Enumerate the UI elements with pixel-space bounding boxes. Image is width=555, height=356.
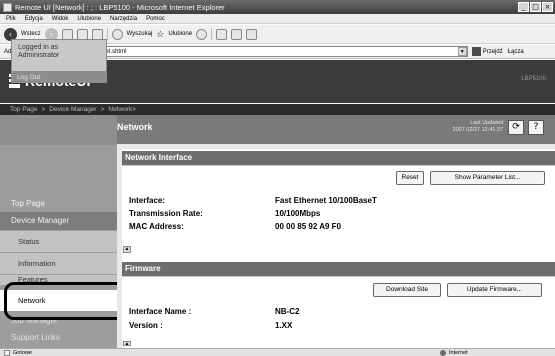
- address-dropdown-icon[interactable]: ▼: [457, 47, 467, 56]
- interface-key: Interface:: [129, 196, 166, 205]
- transmission-rate-key: Transmission Rate:: [129, 209, 203, 218]
- sidebar-top-band: [0, 115, 117, 145]
- globe-icon: [440, 350, 446, 356]
- zone-text: Internet: [449, 350, 468, 356]
- breadcrumb: Top Page > Device Manager > Network>: [0, 104, 555, 115]
- transmission-rate-value: 10/100Mbps: [275, 209, 321, 218]
- last-updated-label: Last Updated: [470, 120, 503, 126]
- refresh-button[interactable]: ⟳: [508, 120, 524, 135]
- sidebar-item-device-manager[interactable]: Device Manager: [0, 212, 117, 230]
- window-controls: _ □ ×: [518, 2, 553, 12]
- show-parameter-list-button[interactable]: Show Parameter List...: [430, 171, 545, 185]
- interface-value: Fast Ethernet 10/100BaseT: [275, 196, 377, 205]
- settings-panel: Network Interface Reset Show Parameter L…: [122, 149, 555, 348]
- version-value: 1.XX: [275, 321, 293, 330]
- back-to-top-icon[interactable]: ▲: [123, 341, 131, 346]
- logged-in-user: Administrator: [18, 52, 60, 59]
- home-icon[interactable]: [91, 28, 103, 40]
- menu-edit[interactable]: Edycja: [25, 16, 43, 22]
- links-button[interactable]: Łącza: [508, 49, 524, 55]
- menu-view[interactable]: Widok: [52, 16, 69, 22]
- back-label[interactable]: Wstecz: [21, 31, 41, 37]
- window-title-bar: Remote UI [Network] : ; : LBP5100 - Micr…: [0, 0, 555, 14]
- breadcrumb-network: Network>: [108, 106, 137, 113]
- maximize-button[interactable]: □: [530, 2, 541, 12]
- menu-favorites[interactable]: Ulubione: [77, 16, 101, 22]
- sidebar-item-top-page[interactable]: Top Page: [0, 197, 117, 211]
- status-text: Gotowe: [13, 349, 32, 356]
- menu-bar: Plik Edycja Widok Ulubione Narzędzia Pom…: [0, 14, 555, 24]
- download-site-button[interactable]: Download Site: [373, 283, 441, 297]
- menu-tools[interactable]: Narzędzia: [110, 16, 137, 22]
- section-firmware-heading: Firmware: [122, 262, 555, 276]
- logout-link[interactable]: Log Out: [11, 72, 107, 83]
- last-updated-value: 2007 02/27 12:41:37: [452, 127, 503, 133]
- favorites-star-icon[interactable]: ☆: [156, 29, 164, 39]
- section-divider: [122, 276, 555, 277]
- section-network-interface-heading: Network Interface: [122, 151, 555, 165]
- reset-button[interactable]: Reset: [396, 171, 424, 185]
- mail-icon[interactable]: [216, 28, 228, 40]
- back-to-top-icon[interactable]: ▲: [123, 246, 131, 253]
- mac-address-value: 00 00 85 92 A9 F0: [275, 222, 341, 231]
- status-bar: Gotowe Internet: [0, 348, 555, 356]
- interface-name-key: Interface Name :: [129, 307, 192, 316]
- menu-file[interactable]: Plik: [6, 16, 16, 22]
- page-done-icon: [4, 349, 10, 356]
- page-header: Network Last Updated 2007 02/27 12:41:37…: [117, 115, 555, 144]
- edit-icon[interactable]: [246, 28, 258, 40]
- menu-help[interactable]: Pomoc: [146, 16, 165, 22]
- refresh-icon[interactable]: [76, 28, 88, 40]
- breadcrumb-device-manager[interactable]: Device Manager: [49, 106, 96, 113]
- sidebar-item-support-links[interactable]: Support Links: [0, 331, 117, 345]
- logged-in-label: Logged in as: [18, 44, 59, 51]
- version-key: Version :: [129, 321, 163, 330]
- login-status-box: Logged in as Administrator: [11, 39, 107, 72]
- favorites-label[interactable]: Ulubione: [168, 31, 192, 37]
- print-icon[interactable]: [231, 28, 243, 40]
- breadcrumb-separator: >: [100, 106, 105, 113]
- go-arrow-icon[interactable]: [471, 47, 481, 56]
- mac-address-key: MAC Address:: [129, 222, 184, 231]
- minimize-button[interactable]: _: [518, 2, 529, 12]
- ie-app-icon: [3, 2, 12, 12]
- search-label[interactable]: Wyszukaj: [127, 31, 153, 37]
- interface-name-value: NB-C2: [275, 307, 300, 316]
- update-firmware-button[interactable]: Update Firmware...: [447, 283, 542, 297]
- zone-indicator: Internet: [440, 349, 468, 356]
- window-title: Remote UI [Network] : ; : LBP5100 - Micr…: [15, 2, 225, 12]
- printer-model: LBP5100: [521, 76, 546, 82]
- go-button[interactable]: Przejdź: [483, 49, 503, 55]
- stop-icon[interactable]: [61, 28, 73, 40]
- history-icon[interactable]: [196, 28, 208, 40]
- highlight-callout: [4, 282, 126, 320]
- breadcrumb-top-page[interactable]: Top Page: [10, 106, 37, 113]
- sidebar-item-status[interactable]: Status: [0, 231, 117, 252]
- sidebar-item-information[interactable]: Information: [0, 253, 117, 274]
- page-title: Network: [117, 122, 153, 132]
- help-button[interactable]: ?: [528, 120, 544, 135]
- section-divider: [122, 165, 555, 166]
- breadcrumb-separator: >: [41, 106, 46, 113]
- toolbar-separator: [211, 28, 213, 40]
- close-button[interactable]: ×: [542, 2, 553, 12]
- search-icon[interactable]: [111, 28, 123, 40]
